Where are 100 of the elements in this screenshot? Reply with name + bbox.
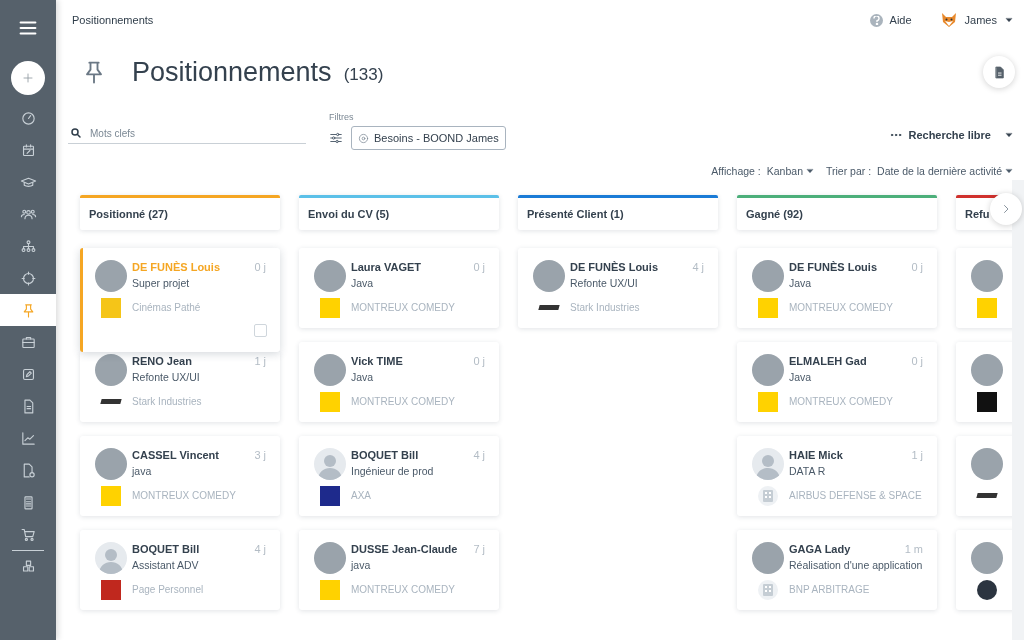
candidate-card[interactable]: DE FUNÈS Louis 0 j Java MONTREUX COMEDY xyxy=(737,248,937,328)
need-title: java xyxy=(351,558,372,573)
candidate-name[interactable]: CASSEL Vincent xyxy=(132,448,250,464)
help-link[interactable]: Aide xyxy=(869,13,912,27)
need-title: Java xyxy=(351,370,375,385)
photo-placeholder xyxy=(752,260,784,292)
candidate-name[interactable]: DE FUNÈS Louis xyxy=(789,260,907,276)
column-header: Gagné (92) xyxy=(737,195,937,230)
need-title: java xyxy=(132,464,153,479)
candidate-name[interactable]: RENO Jean xyxy=(132,354,250,370)
need-title: Assistant ADV xyxy=(132,558,200,573)
photo-placeholder xyxy=(95,448,127,480)
elapsed-time: 4 j xyxy=(692,260,704,275)
candidate-card[interactable]: DE FUNÈS Louis 0 j Super projet Cinémas Pathé xyxy=(80,248,280,352)
candidate-card[interactable]: GAGA Lady 1 m Réalisation d'une application BNP ARBITRAGE xyxy=(737,530,937,610)
company-name: MONTREUX COMEDY xyxy=(351,302,456,313)
need-title: Java xyxy=(789,276,813,291)
filters-label: Filtres xyxy=(329,112,355,122)
company-name: AIRBUS DEFENSE & SPACE xyxy=(789,490,923,501)
candidate-card[interactable]: DE FUNÈS Louis 4 j Refonte UX/UI Stark Industries xyxy=(518,248,718,328)
photo-placeholder xyxy=(971,448,1003,480)
photo-placeholder xyxy=(752,542,784,574)
photo-placeholder xyxy=(314,542,346,574)
elapsed-time: 1 j xyxy=(254,354,266,369)
search-icon xyxy=(70,127,82,139)
fox-avatar-icon xyxy=(940,12,957,28)
column-header: Présenté Client (1) xyxy=(518,195,718,230)
display-label: Affichage : xyxy=(711,165,761,177)
candidate-card[interactable]: RENO Jean 1 j Refonte UX/UI Stark Industries xyxy=(80,352,280,422)
sort-dropdown[interactable]: Date de la dernière activité xyxy=(877,165,1013,177)
candidate-card[interactable]: CASSEL Vincent 3 j java MONTREUX COMEDY xyxy=(80,436,280,516)
checkbox[interactable] xyxy=(254,324,267,337)
add-button[interactable] xyxy=(11,61,45,95)
elapsed-time: 0 j xyxy=(911,260,923,275)
elapsed-time: 0 j xyxy=(473,260,485,275)
candidate-card[interactable]: Vick TIME 0 j Java MONTREUX COMEDY xyxy=(299,342,499,422)
filter-chip[interactable]: Besoins - BOOND James xyxy=(351,126,506,150)
elapsed-time: 1 m xyxy=(904,542,923,557)
candidate-card[interactable]: Laura VAGET 0 j Java MONTREUX COMEDY xyxy=(299,248,499,328)
caret-icon xyxy=(1005,167,1013,175)
free-search-dropdown[interactable]: Recherche libre xyxy=(890,129,1013,141)
candidate-card[interactable]: BOQUET Bill 4 j Assistant ADV Page Personnel xyxy=(80,530,280,610)
need-title: Java xyxy=(789,370,813,385)
avatar-placeholder xyxy=(314,448,346,480)
candidate-name[interactable]: Vick TIME xyxy=(351,354,469,370)
company-name: BNP ARBITRAGE xyxy=(789,584,871,595)
photo-placeholder xyxy=(95,260,127,292)
photo-placeholder xyxy=(971,354,1003,386)
company-name: Cinémas Pathé xyxy=(132,302,202,313)
candidate-card[interactable]: ELMALEH Gad 0 j Java MONTREUX COMEDY xyxy=(737,342,937,422)
company-name: MONTREUX COMEDY xyxy=(132,490,237,501)
hierarchy-icon xyxy=(19,237,37,255)
candidate-card[interactable]: HAIE Mick 1 j DATA R AIRBUS DEFENSE & SPACE xyxy=(737,436,937,516)
crosshair-icon xyxy=(19,269,37,287)
elapsed-time: 0 j xyxy=(911,354,923,369)
company-name: MONTREUX COMEDY xyxy=(351,584,456,595)
elapsed-time: 3 j xyxy=(254,448,266,463)
avatar-placeholder xyxy=(95,542,127,574)
sliders-icon[interactable] xyxy=(329,131,343,145)
photo-placeholder xyxy=(533,260,565,292)
result-count: (133) xyxy=(343,65,384,85)
plus-icon xyxy=(22,72,34,84)
candidate-name[interactable]: Laura VAGET xyxy=(351,260,469,276)
company-name: Stark Industries xyxy=(132,396,203,407)
need-title: Refonte UX/UI xyxy=(570,276,639,291)
candidate-card[interactable]: BOQUET Bill 4 j Ingénieur de prod AXA xyxy=(299,436,499,516)
photo-placeholder xyxy=(95,354,127,386)
candidate-name[interactable]: ELMALEH Gad xyxy=(789,354,907,370)
chart-icon xyxy=(19,429,37,447)
caret-icon xyxy=(805,167,814,175)
caret-icon xyxy=(1005,131,1013,139)
photo-placeholder xyxy=(971,260,1003,292)
company-name: MONTREUX COMEDY xyxy=(789,302,894,313)
candidate-card[interactable]: DUSSE Jean-Claude 7 j java MONTREUX COMEDY xyxy=(299,530,499,610)
company-name: MONTREUX COMEDY xyxy=(351,396,456,407)
user-menu[interactable]: James xyxy=(940,12,1013,28)
avatar-placeholder xyxy=(752,448,784,480)
elapsed-time: 4 j xyxy=(254,542,266,557)
need-title: Ingénieur de prod xyxy=(351,464,435,479)
candidate-name[interactable]: GAGA Lady xyxy=(789,542,900,558)
candidate-name[interactable]: HAIE Mick xyxy=(789,448,907,464)
breadcrumb: Positionnements xyxy=(72,14,154,26)
need-title: DATA R xyxy=(789,464,827,479)
company-name: Page Personnel xyxy=(132,584,205,595)
candidate-name[interactable]: DE FUNÈS Louis xyxy=(570,260,688,276)
need-title: Refonte UX/UI xyxy=(132,370,201,385)
candidate-name[interactable]: BOQUET Bill xyxy=(132,542,250,558)
company-name: AXA xyxy=(351,490,372,501)
need-title: Réalisation d'une application xyxy=(789,558,923,573)
target-icon xyxy=(358,132,369,144)
candidate-name[interactable]: DUSSE Jean-Claude xyxy=(351,542,469,558)
display-dropdown[interactable]: Kanban xyxy=(766,165,814,177)
export-button[interactable] xyxy=(983,56,1015,88)
caret-icon xyxy=(1005,16,1013,24)
candidate-name[interactable]: BOQUET Bill xyxy=(351,448,469,464)
column-header: Positionné (27) xyxy=(80,195,280,230)
photo-placeholder xyxy=(971,542,1003,574)
column-header: Envoi du CV (5) xyxy=(299,195,499,230)
elapsed-time: 0 j xyxy=(254,260,266,275)
gauge-icon xyxy=(19,109,37,127)
